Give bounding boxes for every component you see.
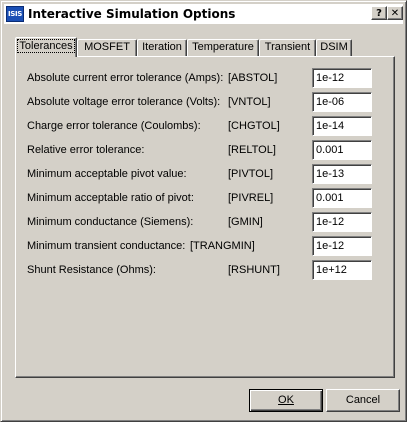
rshunt-input[interactable]: 1e+12 bbox=[312, 260, 372, 280]
tab-tolerances[interactable]: Tolerances bbox=[15, 37, 77, 57]
param-row-reltol: Relative error tolerance: [RELTOL] 0.001 bbox=[16, 140, 394, 160]
param-row-vntol: Absolute voltage error tolerance (Volts)… bbox=[16, 92, 394, 112]
param-row-gmin: Minimum conductance (Siemens): [GMIN] 1e… bbox=[16, 212, 394, 232]
tab-mosfet[interactable]: MOSFET bbox=[77, 39, 137, 56]
pivtol-input[interactable]: 1e-13 bbox=[312, 164, 372, 184]
param-row-trangmin: Minimum transient conductance: [TRANGMIN… bbox=[16, 236, 394, 256]
reltol-input[interactable]: 0.001 bbox=[312, 140, 372, 160]
param-code: [GMIN] bbox=[228, 216, 263, 228]
dialog-window: ISIS Interactive Simulation Options ? ✕ … bbox=[0, 0, 407, 422]
param-code: [RSHUNT] bbox=[228, 264, 280, 276]
vntol-input[interactable]: 1e-06 bbox=[312, 92, 372, 112]
cancel-label: Cancel bbox=[345, 394, 381, 406]
param-code: [ABSTOL] bbox=[228, 72, 278, 84]
close-button[interactable]: ✕ bbox=[387, 6, 403, 20]
ok-label: OK bbox=[278, 394, 294, 406]
param-label: Charge error tolerance (Coulombs): bbox=[27, 120, 201, 132]
tab-dsim[interactable]: DSIM bbox=[316, 39, 352, 56]
param-code: [VNTOL] bbox=[228, 96, 271, 108]
dialog-title: Interactive Simulation Options bbox=[28, 7, 236, 21]
param-label: Relative error tolerance: bbox=[27, 144, 145, 156]
param-row-pivrel: Minimum acceptable ratio of pivot: [PIVR… bbox=[16, 188, 394, 208]
param-row-rshunt: Shunt Resistance (Ohms): [RSHUNT] 1e+12 bbox=[16, 260, 394, 280]
title-bar[interactable]: ISIS Interactive Simulation Options ? ✕ bbox=[4, 4, 403, 24]
param-row-pivtol: Minimum acceptable pivot value: [PIVTOL]… bbox=[16, 164, 394, 184]
param-row-abstol: Absolute current error tolerance (Amps):… bbox=[16, 68, 394, 88]
param-label: Minimum acceptable pivot value: bbox=[27, 168, 187, 180]
param-label: Shunt Resistance (Ohms): bbox=[27, 264, 156, 276]
tolerances-panel: Absolute current error tolerance (Amps):… bbox=[15, 56, 395, 378]
param-code: [CHGTOL] bbox=[228, 120, 280, 132]
param-code: [PIVTOL] bbox=[228, 168, 274, 180]
tab-iteration[interactable]: Iteration bbox=[137, 39, 187, 56]
param-code: [TRANGMIN] bbox=[190, 240, 255, 252]
app-icon: ISIS bbox=[6, 6, 24, 22]
param-label: Absolute voltage error tolerance (Volts)… bbox=[27, 96, 221, 108]
chgtol-input[interactable]: 1e-14 bbox=[312, 116, 372, 136]
param-row-chgtol: Charge error tolerance (Coulombs): [CHGT… bbox=[16, 116, 394, 136]
cancel-button[interactable]: Cancel bbox=[326, 389, 400, 412]
param-label: Minimum conductance (Siemens): bbox=[27, 216, 194, 228]
gmin-input[interactable]: 1e-12 bbox=[312, 212, 372, 232]
tab-temperature[interactable]: Temperature bbox=[187, 39, 259, 56]
param-code: [RELTOL] bbox=[228, 144, 276, 156]
tab-transient[interactable]: Transient bbox=[259, 39, 316, 56]
help-button[interactable]: ? bbox=[371, 6, 387, 20]
trangmin-input[interactable]: 1e-12 bbox=[312, 236, 372, 256]
abstol-input[interactable]: 1e-12 bbox=[312, 68, 372, 88]
param-label: Minimum acceptable ratio of pivot: bbox=[27, 192, 194, 204]
tab-label: Tolerances bbox=[17, 39, 75, 53]
param-code: [PIVREL] bbox=[228, 192, 274, 204]
ok-button[interactable]: OK bbox=[249, 389, 323, 412]
param-label: Minimum transient conductance: bbox=[27, 240, 186, 252]
pivrel-input[interactable]: 0.001 bbox=[312, 188, 372, 208]
param-label: Absolute current error tolerance (Amps): bbox=[27, 72, 224, 84]
